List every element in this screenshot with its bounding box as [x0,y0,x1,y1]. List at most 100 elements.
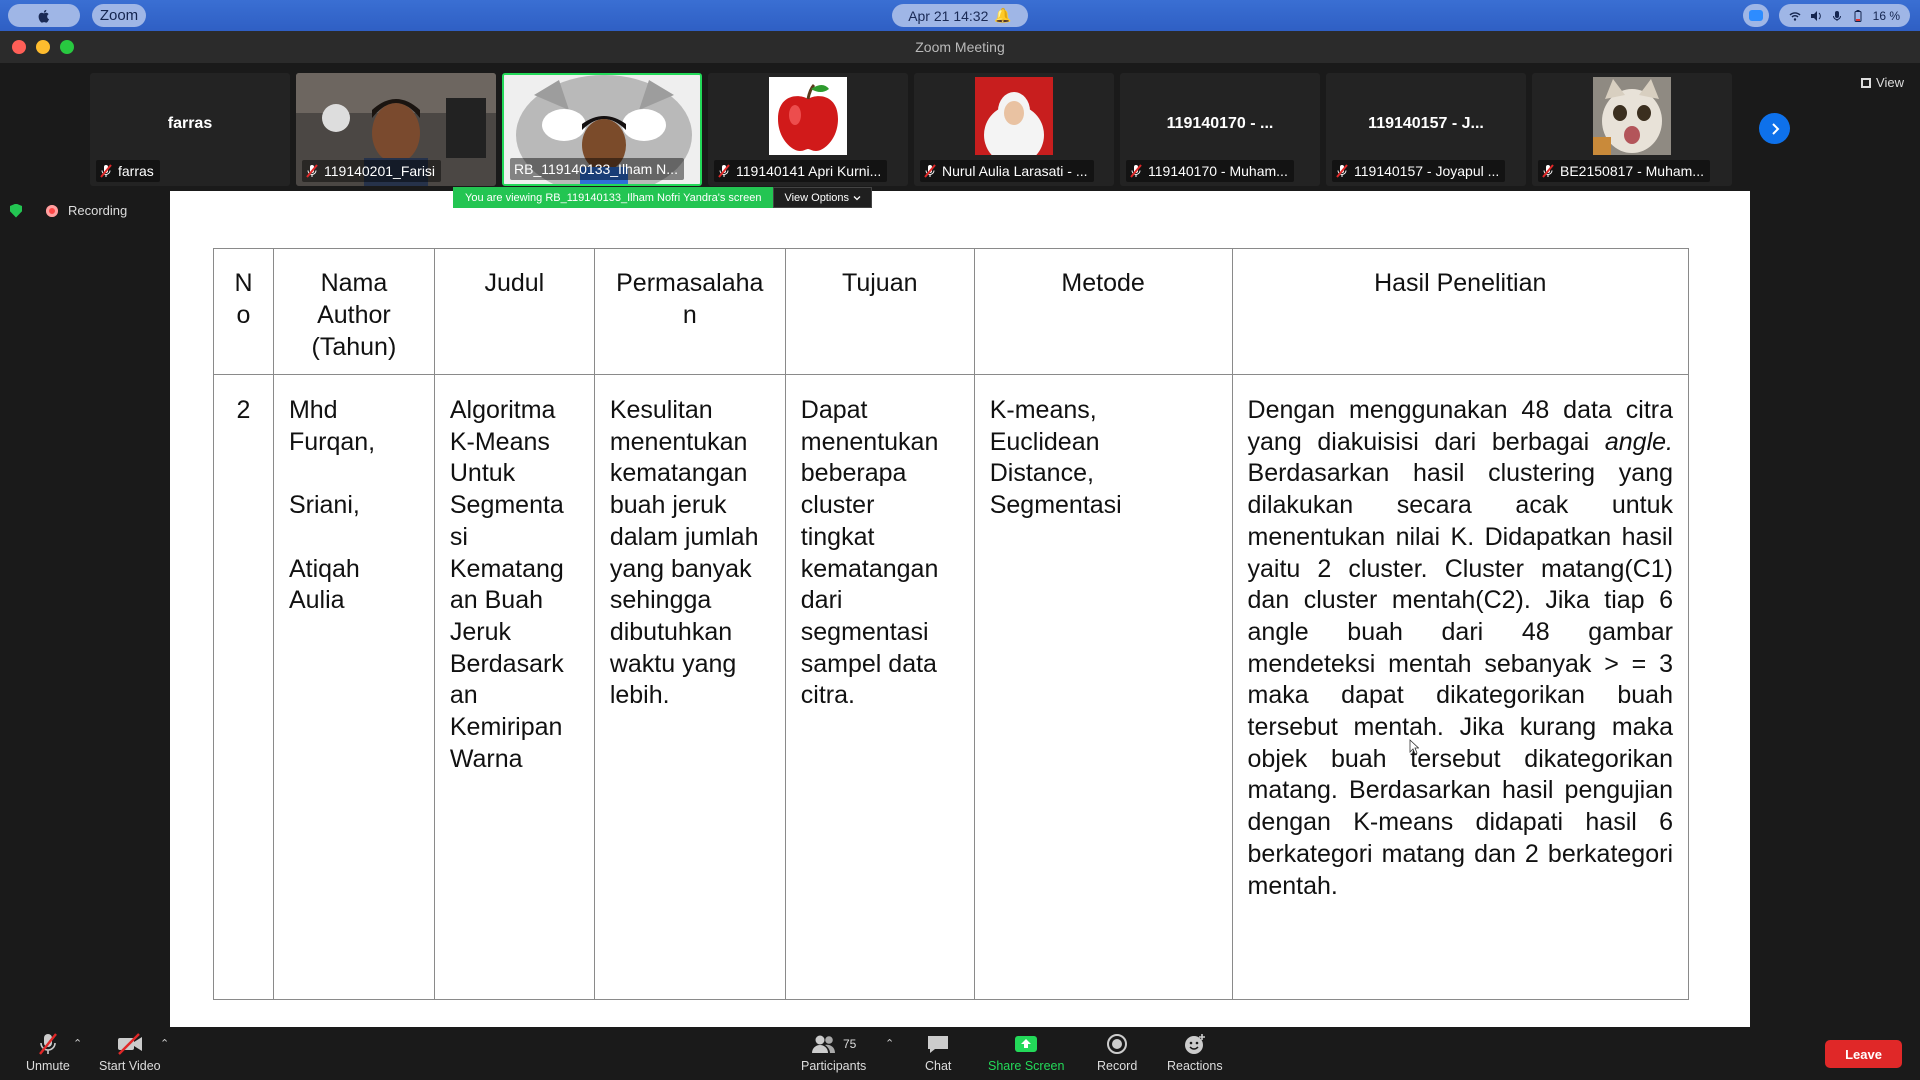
header-tujuan: Tujuan [784,248,975,375]
participant-tile[interactable]: 119140157 - J... 119140157 - Joyapul ... [1326,73,1526,186]
participant-name-text: 119140170 - Muham... [1148,163,1288,179]
participant-name-text: 119140201_Farisi [324,163,436,179]
cat-avatar-image [1593,77,1671,155]
participant-name-text: farras [118,163,154,179]
header-no: No [213,248,274,375]
cell-permasalahan: Kesulitan menentukan kematangan buah jer… [593,374,786,1000]
battery-percent: 16 % [1872,8,1900,23]
reactions-button[interactable]: Reactions [1167,1032,1223,1073]
share-screen-icon [1015,1036,1038,1052]
recording-indicator[interactable]: Recording [10,203,127,218]
view-options-button[interactable]: View Options [773,187,873,208]
participant-label: RB_119140133_Ilham N... [510,158,684,180]
participant-display-name: 119140157 - J... [1368,115,1484,132]
participant-tile[interactable]: BE2150817 - Muham... [1532,73,1732,186]
window-title-bar: Zoom Meeting [0,31,1920,63]
mic-muted-icon [924,164,936,178]
unmute-label: Unmute [26,1059,70,1073]
cell-metode: K-means, Euclidean Distance, Segmentasi [973,374,1233,1000]
window-title: Zoom Meeting [915,39,1005,55]
literature-review-table: No Nama Author (Tahun) Judul Permasalaha n … [213,248,1690,1000]
participant-tile[interactable]: 119140201_Farisi [296,73,496,186]
mic-muted-icon [38,1033,57,1055]
unmute-button[interactable]: Unmute [26,1032,70,1073]
header-metode: Metode [973,248,1233,375]
header-author: Nama Author (Tahun) [272,248,435,375]
participant-tile[interactable]: 119140170 - ... 119140170 - Muham... [1120,73,1320,186]
mic-muted-icon [1130,164,1142,178]
mic-muted-icon [306,164,318,178]
gallery-view-icon [1861,77,1872,88]
participant-label: Nurul Aulia Larasati - ... [920,160,1094,182]
view-button[interactable]: View [1861,75,1904,90]
clock[interactable]: Apr 21 14:32 🔔 [892,4,1028,27]
participant-display-name: farras [167,115,213,132]
participants-icon [811,1035,835,1053]
table-row: 2 Mhd Furqan, Sriani, Atiqah Aulia Algor… [213,374,1690,1000]
microphone-icon [1832,10,1841,21]
status-tray: 16 % [1742,4,1910,27]
volume-icon [1810,10,1821,21]
chat-label: Chat [925,1059,952,1073]
hasil-text-italic: angle. [1604,427,1673,456]
participants-button[interactable]: 75 Participants [801,1032,866,1073]
video-options-caret[interactable]: ⌃ [160,1037,169,1050]
clock-text: Apr 21 14:32 [908,7,989,24]
leave-button[interactable]: Leave [1825,1040,1902,1068]
chevron-down-icon [853,195,861,200]
cell-author: Mhd Furqan, Sriani, Atiqah Aulia [272,374,435,1000]
recording-dot-icon [46,204,58,217]
participant-gallery-strip: farras farras 119140201_Farisi RB_119140… [0,63,1920,191]
cell-hasil: Dengan menggunakan 48 data citra yang di… [1231,374,1690,1000]
start-video-button[interactable]: Start Video [99,1032,161,1073]
participant-count: 75 [842,1037,857,1051]
record-label: Record [1097,1059,1138,1073]
chat-button[interactable]: Chat [925,1032,951,1073]
notification-bell-icon: 🔔 [994,7,1012,23]
participant-label: 119140141 Apri Kurni... [714,160,888,182]
participant-label: 119140201_Farisi [302,160,442,182]
app-menu-zoom[interactable]: Zoom [92,4,146,27]
header-permasalahan: Permasalaha n [593,248,786,375]
start-video-label: Start Video [99,1059,161,1073]
shield-icon [10,203,22,218]
reactions-icon [1184,1034,1205,1054]
apple-menu-button[interactable] [8,4,80,27]
os-menu-bar: Zoom Apr 21 14:32 🔔 16 % [0,0,1920,31]
header-hasil: Hasil Penelitian [1231,248,1690,375]
mic-muted-icon [1336,164,1348,178]
apple-avatar-image [769,77,847,155]
mic-muted-icon [1542,164,1554,178]
zoom-tray-icon[interactable] [1742,4,1769,27]
cell-judul: Algoritma K-Means Untuk Segmenta si Kema… [433,374,595,1000]
participant-label: 119140170 - Muham... [1126,160,1294,182]
participant-name-text: BE2150817 - Muham... [1560,163,1704,179]
reactions-label: Reactions [1167,1059,1223,1073]
participant-name-text: Nurul Aulia Larasati - ... [942,163,1088,179]
system-tray[interactable]: 16 % [1778,4,1910,27]
wifi-icon [1789,11,1801,21]
participant-tile-active-speaker[interactable]: RB_119140133_Ilham N... [502,73,702,186]
share-banner-message: You are viewing RB_119140133_Ilham Nofri… [453,187,774,208]
screen-share-banner: You are viewing RB_119140133_Ilham Nofri… [453,187,873,208]
participant-tile[interactable]: farras farras [90,73,290,186]
chevron-right-icon [1771,122,1779,135]
table-header-row: No Nama Author (Tahun) Judul Permasalaha n … [213,248,1690,375]
share-screen-button[interactable]: Share Screen [988,1032,1064,1073]
participants-label: Participants [801,1059,867,1073]
battery-icon [1854,9,1862,22]
next-page-button[interactable] [1759,113,1790,144]
participants-options-caret[interactable]: ⌃ [885,1037,894,1050]
participant-tile[interactable]: 119140141 Apri Kurni... [708,73,908,186]
hasil-text-rest: Berdasarkan hasil clustering yang dilaku… [1247,459,1673,900]
participant-name-text: 119140157 - Joyapul ... [1354,163,1500,179]
audio-options-caret[interactable]: ⌃ [73,1037,82,1050]
record-button[interactable]: Record [1097,1032,1137,1073]
participant-tile[interactable]: Nurul Aulia Larasati - ... [914,73,1114,186]
participant-display-name: 119140170 - ... [1166,115,1274,132]
mouse-cursor-icon [1409,739,1419,755]
participant-label: farras [96,160,160,182]
meeting-toolbar: Unmute ⌃ Start Video ⌃ 75 Participants ⌃… [0,1027,1920,1080]
participant-label: BE2150817 - Muham... [1538,160,1710,182]
shared-screen: No Nama Author (Tahun) Judul Permasalaha n … [170,191,1750,1027]
